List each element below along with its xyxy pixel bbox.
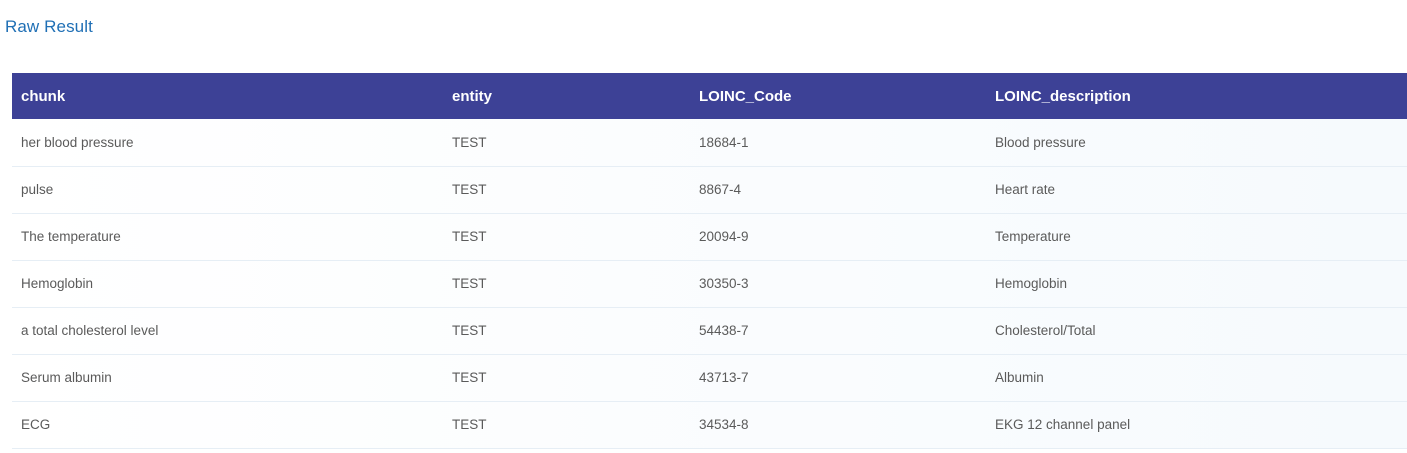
cell-loinc-description: Cholesterol/Total: [995, 323, 1096, 338]
column-header-loinc-description[interactable]: LOINC_description: [986, 73, 1407, 119]
cell-loinc-code: 43713-7: [699, 370, 749, 385]
table-row: Serum albumin TEST 43713-7 Albumin: [12, 354, 1407, 401]
cell-loinc-description: Blood pressure: [995, 134, 1086, 150]
table-row: her blood pressure TEST 18684-1 Blood pr…: [12, 119, 1407, 166]
cell-entity: TEST: [452, 370, 487, 385]
cell-loinc-code: 34534-8: [699, 417, 749, 432]
cell-chunk: Hemoglobin: [21, 276, 94, 291]
cell-loinc-code: 18684-1: [699, 134, 749, 150]
cell-chunk: Serum albumin: [21, 370, 112, 385]
cell-entity: TEST: [452, 276, 487, 291]
cell-chunk: pulse: [21, 182, 54, 197]
column-header-chunk[interactable]: chunk: [12, 73, 443, 119]
result-table: chunk entity LOINC_Code LOINC_descriptio…: [12, 73, 1407, 449]
table-row: Hemoglobin TEST 30350-3 Hemoglobin: [12, 260, 1407, 307]
cell-loinc-code: 20094-9: [699, 229, 749, 244]
cell-loinc-code: 30350-3: [699, 276, 749, 291]
cell-loinc-code: 8867-4: [699, 182, 742, 197]
header-row: chunk entity LOINC_Code LOINC_descriptio…: [12, 73, 1407, 119]
raw-result-page: Raw Result chunk entity LOINC_Code LOINC…: [0, 0, 1407, 453]
cell-entity: TEST: [452, 417, 487, 432]
cell-loinc-description: EKG 12 channel panel: [995, 417, 1131, 432]
cell-loinc-description: Albumin: [995, 370, 1044, 385]
table-row: pulse TEST 8867-4 Heart rate: [12, 166, 1407, 213]
cell-chunk: ECG: [21, 417, 51, 432]
cell-chunk: a total cholesterol level: [21, 323, 159, 338]
table-body: her blood pressure TEST 18684-1 Blood pr…: [12, 119, 1407, 448]
cell-chunk: The temperature: [21, 229, 121, 244]
cell-entity: TEST: [452, 182, 487, 197]
cell-entity: TEST: [452, 323, 487, 338]
cell-chunk: her blood pressure: [21, 134, 134, 150]
cell-entity: TEST: [452, 134, 487, 150]
table-header: chunk entity LOINC_Code LOINC_descriptio…: [12, 73, 1407, 119]
table-row: The temperature TEST 20094-9 Temperature: [12, 213, 1407, 260]
cell-loinc-code: 54438-7: [699, 323, 749, 338]
cell-loinc-description: Temperature: [995, 229, 1071, 244]
column-header-loinc-code[interactable]: LOINC_Code: [690, 73, 986, 119]
cell-entity: TEST: [452, 229, 487, 244]
column-header-entity[interactable]: entity: [443, 73, 690, 119]
table-row: ECG TEST 34534-8 EKG 12 channel panel: [12, 401, 1407, 448]
cell-loinc-description: Heart rate: [995, 182, 1056, 197]
section-title: Raw Result: [5, 17, 93, 36]
table-row: a total cholesterol level TEST 54438-7 C…: [12, 307, 1407, 354]
cell-loinc-description: Hemoglobin: [995, 276, 1068, 291]
